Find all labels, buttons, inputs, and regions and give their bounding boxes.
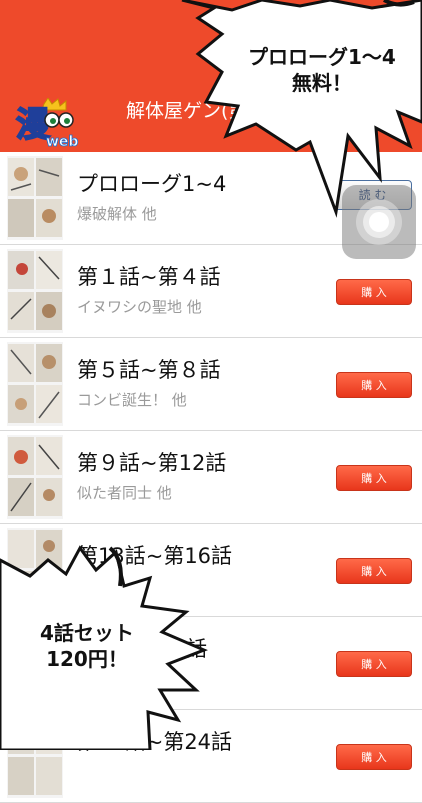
cover-thumbnail <box>7 528 63 612</box>
assistive-touch-button[interactable] <box>342 185 416 259</box>
buy-button[interactable]: 購 入 <box>336 465 412 491</box>
buy-button[interactable]: 購 入 <box>336 558 412 584</box>
episode-subtitle: イヌワシの聖地 他 <box>77 298 202 316</box>
manga-web-logo: 漫 web <box>14 97 82 150</box>
episode-title: プロローグ1~4 <box>77 172 227 196</box>
episode-title: 第13話~第16話 <box>77 544 233 568</box>
episode-title: 話 <box>186 637 207 661</box>
list-item[interactable]: 第５話~第８話 コンビ誕生！ 他 購 入 <box>0 338 422 431</box>
callout-line: 120円！ <box>46 647 128 671</box>
cover-thumbnail <box>7 435 63 519</box>
buy-button[interactable]: 購 入 <box>336 651 412 677</box>
cover-thumbnail <box>7 249 63 333</box>
episode-title: 第９話~第12話 <box>77 451 227 475</box>
list-item[interactable]: 第13話~第16話 購 入 <box>0 524 422 617</box>
episode-title: 第５話~第８話 <box>77 358 221 382</box>
callout-line: プロローグ1～4 <box>248 45 396 69</box>
episode-title: 第21話~第24話 <box>77 730 233 754</box>
svg-text:漫: 漫 <box>16 105 50 145</box>
episode-subtitle: コンビ誕生！ 他 <box>77 391 187 409</box>
set-price-callout: 4話セット 120円！ <box>40 620 134 672</box>
buy-button[interactable]: 購 入 <box>336 279 412 305</box>
page-title: 解体屋ゲン(第 <box>126 100 248 122</box>
svg-text:web: web <box>46 134 78 150</box>
buy-button[interactable]: 購 入 <box>336 372 412 398</box>
callout-line: 4話セット <box>40 621 134 645</box>
episode-subtitle: 爆破解体 他 <box>77 205 157 223</box>
free-prologue-callout: プロローグ1～4 無料！ <box>248 44 396 96</box>
list-item[interactable]: 第21話~第24話 購 入 <box>0 710 422 803</box>
callout-line: 無料！ <box>291 71 352 95</box>
episode-title: 第１話~第４話 <box>77 265 221 289</box>
episode-subtitle: 似た者同士 他 <box>77 484 172 502</box>
cover-thumbnail <box>7 714 63 798</box>
cover-thumbnail <box>7 156 63 240</box>
buy-button[interactable]: 購 入 <box>336 744 412 770</box>
list-item[interactable]: 第９話~第12話 似た者同士 他 購 入 <box>0 431 422 524</box>
cover-thumbnail <box>7 342 63 426</box>
